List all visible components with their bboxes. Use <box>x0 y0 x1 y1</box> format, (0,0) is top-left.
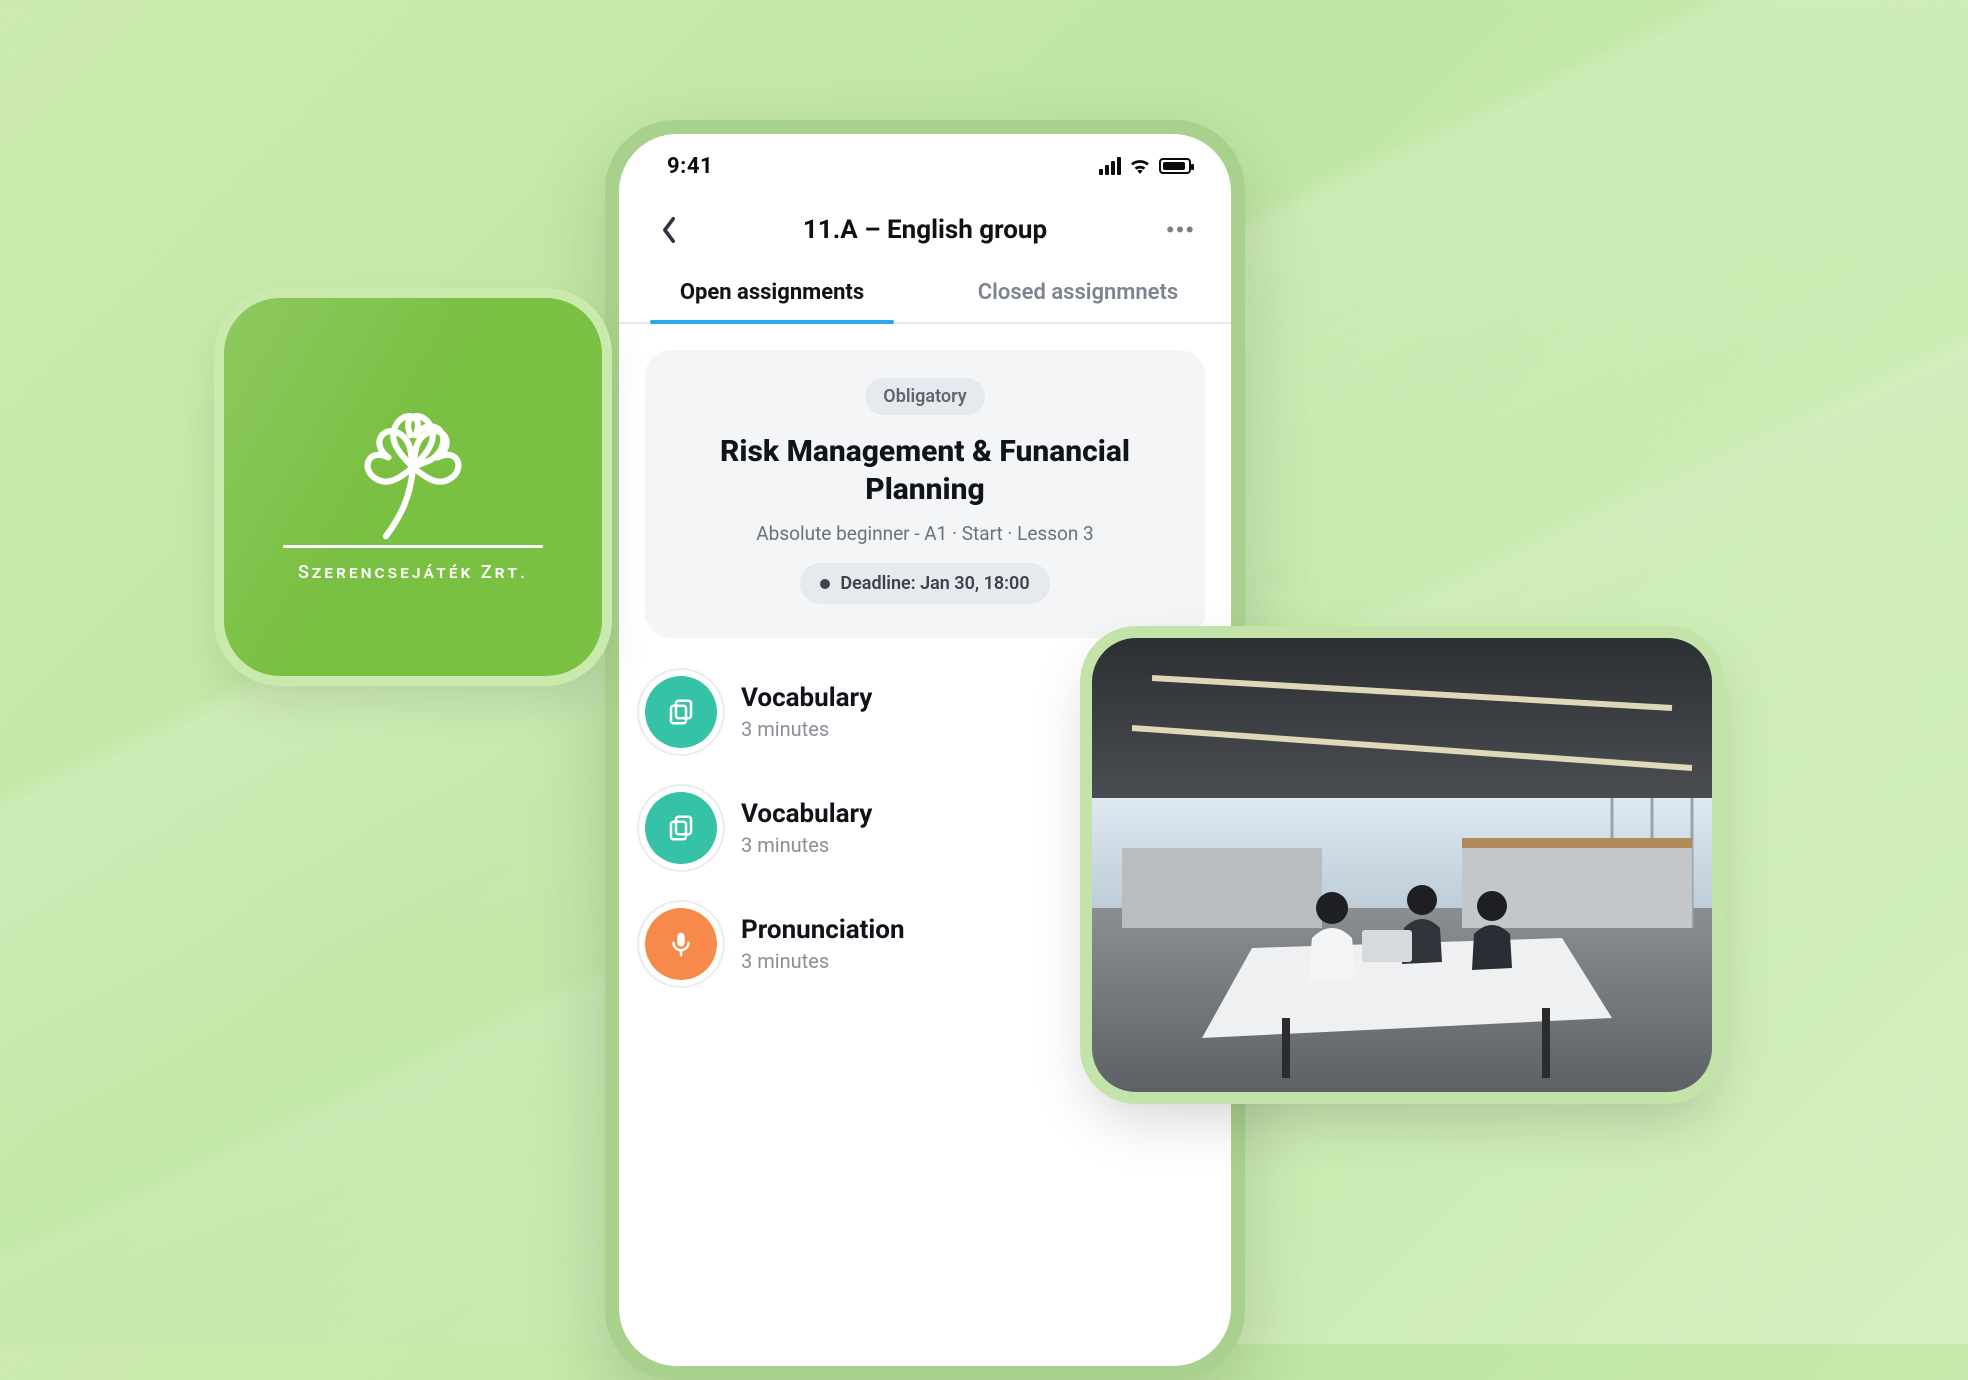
task-duration: 3 minutes <box>741 949 905 973</box>
brand-name: Szerencsejáték Zrt. <box>298 562 528 583</box>
battery-icon <box>1159 158 1191 174</box>
obligatory-tag: Obligatory <box>865 378 984 415</box>
clover-icon <box>338 391 488 551</box>
copy-icon <box>645 792 717 864</box>
task-title: Vocabulary <box>741 799 872 829</box>
back-button[interactable] <box>647 208 691 252</box>
task-duration: 3 minutes <box>741 833 872 857</box>
logo-underline <box>283 545 543 548</box>
nav-row: 11.A – English group ••• <box>619 198 1231 262</box>
mic-icon <box>645 908 717 980</box>
page-title: 11.A – English group <box>803 215 1047 245</box>
tab-closed-assignments[interactable]: Closed assignmnets <box>925 262 1231 322</box>
more-button[interactable]: ••• <box>1159 208 1203 252</box>
task-title: Vocabulary <box>741 683 872 713</box>
assignment-title: Risk Management & Funancial Planning <box>669 433 1181 508</box>
tab-open-assignments[interactable]: Open assignments <box>619 262 925 322</box>
tabs: Open assignments Closed assignmnets <box>619 262 1231 324</box>
signal-icon <box>1099 157 1121 175</box>
task-title: Pronunciation <box>741 915 905 945</box>
status-time: 9:41 <box>667 154 713 179</box>
status-icons <box>1099 157 1191 175</box>
assignment-subtitle: Absolute beginner - A1 · Start · Lesson … <box>669 522 1181 545</box>
status-bar: 9:41 <box>619 134 1231 198</box>
deadline-badge: Deadline: Jan 30, 18:00 <box>800 563 1049 604</box>
office-photo <box>1092 638 1712 1092</box>
deadline-text: Deadline: Jan 30, 18:00 <box>840 573 1029 594</box>
assignment-card[interactable]: Obligatory Risk Management & Funancial P… <box>645 350 1205 638</box>
task-duration: 3 minutes <box>741 717 872 741</box>
copy-icon <box>645 676 717 748</box>
wifi-icon <box>1129 158 1151 174</box>
brand-logo-card: Szerencsejáték Zrt. <box>224 298 602 676</box>
